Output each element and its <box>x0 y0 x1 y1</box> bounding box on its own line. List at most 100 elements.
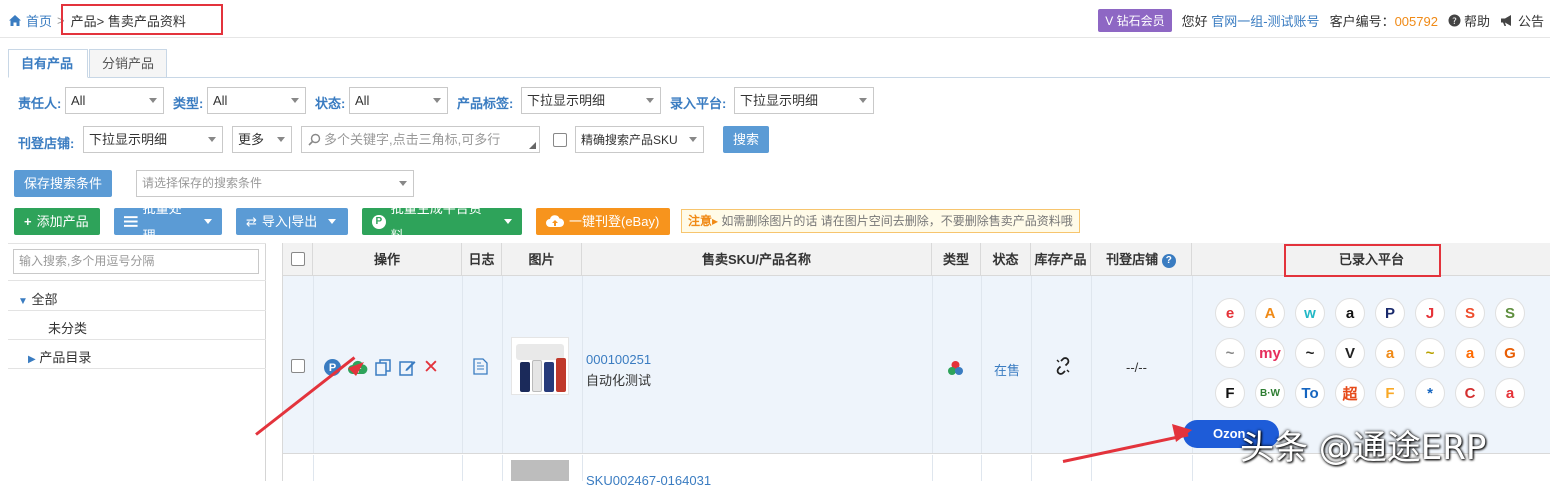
store-select[interactable]: 下拉显示明细 <box>83 126 223 153</box>
tree-item-all[interactable]: ▼ 全部 <box>18 289 58 308</box>
type-select[interactable]: All <box>207 87 306 114</box>
platform-logo-icon[interactable]: S <box>1455 298 1485 328</box>
account-link[interactable]: 官网一组-测试账号 <box>1211 14 1319 29</box>
header-sku: 售卖SKU/产品名称 <box>582 243 932 276</box>
tag-select[interactable]: 下拉显示明细 <box>521 87 661 114</box>
platform-logo-icon[interactable]: a <box>1375 338 1405 368</box>
platform-logo-icon[interactable]: my <box>1255 338 1285 368</box>
add-product-button[interactable]: + 添加产品 <box>14 208 100 235</box>
store-label: 刊登店铺: <box>18 136 75 151</box>
platform-logo-icon[interactable]: ~ <box>1295 338 1325 368</box>
saved-search-select[interactable]: 请选择保存的搜索条件 <box>136 170 414 197</box>
status-value: All <box>355 93 370 108</box>
header-type: 类型 <box>932 243 981 276</box>
vip-label: 钻石会员 <box>1116 14 1165 28</box>
owner-value: All <box>71 93 86 108</box>
header-store: 刊登店铺 ? <box>1091 243 1192 276</box>
copy-icon[interactable] <box>375 359 392 376</box>
publish-ebay-button[interactable]: 一键刊登(eBay) <box>536 208 670 235</box>
help-label: 帮助 <box>1463 14 1490 29</box>
product-sku-link[interactable]: 000100251 <box>586 352 651 367</box>
tab-own-products[interactable]: 自有产品 <box>8 49 88 78</box>
notice-text: 如需删除图片的话 请在图片空间去删除，不要删除售卖产品资料哦 <box>721 214 1073 228</box>
platform-logo-icon[interactable]: 超 <box>1335 378 1365 408</box>
tag-value: 下拉显示明细 <box>527 93 606 108</box>
status-on-sale[interactable]: 在售 <box>994 360 1020 379</box>
help-icon[interactable]: ? <box>1161 253 1176 268</box>
platform-logo-icon[interactable]: S <box>1495 298 1525 328</box>
keyword-placeholder: 多个关键字,点击三角标,可多行 <box>324 132 501 147</box>
platform-logo-icon[interactable]: V <box>1335 338 1365 368</box>
header-log: 日志 <box>462 243 502 276</box>
import-export-button[interactable]: ⇄ 导入|导出 <box>236 208 348 235</box>
breadcrumb: 首页 > 产品> 售卖产品资料 <box>8 4 223 35</box>
notice-link[interactable]: 公告 <box>1500 11 1544 30</box>
platform-logo-icon[interactable]: w <box>1295 298 1325 328</box>
chevron-down-icon <box>204 219 212 224</box>
header-select-cell <box>283 243 313 276</box>
product-thumbnail[interactable] <box>511 337 569 395</box>
platform-logo-icon[interactable]: To <box>1295 378 1325 408</box>
delete-icon[interactable]: ✕ <box>423 358 439 377</box>
product-thumbnail[interactable] <box>511 460 569 481</box>
customer-label: 客户编号： <box>1329 14 1395 29</box>
breadcrumb-home[interactable]: 首页 <box>8 11 52 30</box>
platform-logo-icon[interactable]: a <box>1335 298 1365 328</box>
link-broken-icon[interactable] <box>1054 357 1072 375</box>
platform-logo-icon[interactable]: A <box>1255 298 1285 328</box>
batch-process-button[interactable]: 批量处理 <box>114 201 222 243</box>
platform-logo-icon[interactable]: C <box>1455 378 1485 408</box>
tree-item-uncategorized[interactable]: 未分类 <box>48 318 87 337</box>
chevron-down-icon <box>208 137 216 142</box>
megaphone-icon <box>1500 15 1511 26</box>
document-icon[interactable] <box>473 358 488 375</box>
owner-select[interactable]: All <box>65 87 164 114</box>
import-export-label: 导入|导出 <box>261 214 318 229</box>
help-link[interactable]: ? 帮助 <box>1448 11 1490 30</box>
platform-logo-icon[interactable]: F <box>1375 378 1405 408</box>
tab-distribution-products[interactable]: 分销产品 <box>89 49 167 78</box>
edit-icon[interactable] <box>399 359 416 376</box>
header-store-label: 刊登店铺 <box>1106 252 1159 267</box>
keyword-input[interactable]: 多个关键字,点击三角标,可多行 <box>301 126 540 153</box>
platform-select[interactable]: 下拉显示明细 <box>734 87 874 114</box>
caret-down-icon: ▼ <box>18 296 28 307</box>
platform-logo-icon[interactable]: a <box>1495 378 1525 408</box>
customer-id: 客户编号：005792 <box>1330 11 1438 30</box>
publish-label: 一键刊登(eBay) <box>569 214 660 229</box>
customer-number: 005792 <box>1394 14 1438 29</box>
save-search-button[interactable]: 保存搜索条件 <box>14 170 112 197</box>
row-checkbox[interactable] <box>291 359 305 373</box>
exact-search-checkbox[interactable] <box>553 133 567 147</box>
tree-item-catalog[interactable]: ▶ 产品目录 <box>28 347 91 366</box>
more-value: 更多 <box>238 132 265 147</box>
status-select[interactable]: All <box>349 87 448 114</box>
platform-logo-icon[interactable]: ~ <box>1415 338 1445 368</box>
tag-label: 产品标签: <box>457 96 514 111</box>
platform-logo-icon[interactable]: B·W <box>1255 378 1285 408</box>
notice-banner: 注意▸ 如需删除图片的话 请在图片空间去删除，不要删除售卖产品资料哦 <box>681 209 1080 233</box>
caret-right-icon: ▶ <box>28 354 36 365</box>
generate-platform-button[interactable]: P 批量生成平台资料 <box>362 201 522 243</box>
search-button[interactable]: 搜索 <box>723 126 769 153</box>
platform-logo-icon[interactable]: a <box>1455 338 1485 368</box>
platform-logo-icon[interactable]: J <box>1415 298 1445 328</box>
platform-logo-icon[interactable]: P <box>1375 298 1405 328</box>
breadcrumb-home-label: 首页 <box>26 14 53 29</box>
exact-search-select[interactable]: 精确搜索产品SKU <box>575 126 704 153</box>
platform-value: 下拉显示明细 <box>740 93 819 108</box>
add-product-label: 添加产品 <box>36 214 89 229</box>
diamond-icon: V <box>1105 14 1117 28</box>
platform-logo-icon[interactable]: ~ <box>1215 338 1245 368</box>
platform-logo-icon[interactable]: G <box>1495 338 1525 368</box>
platform-logo-icon[interactable]: * <box>1415 378 1445 408</box>
vip-badge[interactable]: V 钻石会员 <box>1098 9 1172 32</box>
greeting: 您好 官网一组-测试账号 <box>1182 11 1320 30</box>
top-bar: 首页 > 产品> 售卖产品资料 V 钻石会员 您好 官网一组-测试账号 客户编号… <box>0 0 1550 38</box>
tree-search-input[interactable]: 输入搜索,多个用逗号分隔 <box>13 249 259 274</box>
platform-logo-icon[interactable]: F <box>1215 378 1245 408</box>
platform-logo-icon[interactable]: e <box>1215 298 1245 328</box>
more-select[interactable]: 更多 <box>232 126 292 153</box>
select-all-checkbox[interactable] <box>291 252 305 266</box>
store-value: 下拉显示明细 <box>89 132 168 147</box>
